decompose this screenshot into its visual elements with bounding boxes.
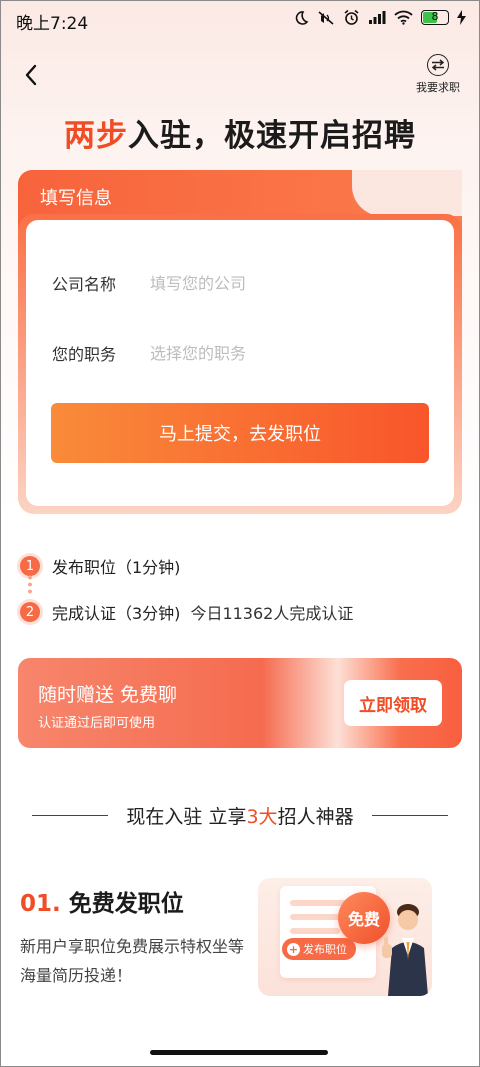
battery-level: 8 bbox=[431, 10, 439, 23]
status-bar: 晚上7:24 8 bbox=[0, 0, 480, 40]
feature-number: 01. bbox=[20, 891, 61, 917]
divider bbox=[371, 815, 448, 816]
step-number: 2 bbox=[20, 602, 40, 622]
step-text: 完成认证（3分钟) bbox=[52, 604, 181, 623]
feature-description: 新用户享职位免费展示特权坐等海量简历投递！ bbox=[20, 937, 245, 985]
promo-subtitle: 认证通过后即可使用 bbox=[38, 716, 156, 731]
position-row: 您的职务 bbox=[52, 338, 410, 368]
step-number: 1 bbox=[20, 556, 40, 576]
status-time: 晚上7:24 bbox=[16, 14, 89, 34]
moon-icon bbox=[295, 10, 309, 25]
step-item: 1 发布职位（1分钟) bbox=[20, 554, 180, 578]
plus-icon: + bbox=[287, 942, 300, 956]
company-name-input[interactable] bbox=[150, 273, 410, 293]
submit-button[interactable]: 马上提交，去发职位 bbox=[51, 403, 429, 463]
promo-title: 随时赠送 免费聊 bbox=[38, 684, 178, 706]
signal-icon bbox=[369, 11, 386, 24]
divider bbox=[32, 815, 109, 816]
company-row: 公司名称 bbox=[52, 268, 410, 298]
page-headline: 两步入驻，极速开启招聘 bbox=[0, 110, 480, 155]
free-chat-promo-banner: 随时赠送 免费聊 认证通过后即可使用 立即领取 bbox=[18, 658, 462, 748]
status-icons: 8 bbox=[293, 9, 466, 26]
feature-name: 免费发职位 bbox=[68, 891, 184, 917]
claim-now-button[interactable]: 立即领取 bbox=[344, 680, 442, 726]
swap-icon bbox=[427, 54, 449, 76]
section-title-accent: 3大 bbox=[246, 806, 278, 828]
feature-title: 01. 免费发职位 bbox=[20, 884, 184, 918]
position-select-input[interactable] bbox=[150, 343, 410, 363]
chip-label: 发布职位 bbox=[303, 943, 347, 956]
mute-icon bbox=[318, 10, 334, 25]
wifi-icon bbox=[394, 10, 413, 25]
step-connector bbox=[28, 574, 32, 596]
free-post-illustration: + 发布职位 免费 bbox=[258, 878, 432, 996]
switch-to-jobseeker-button[interactable]: 我要求职 bbox=[408, 54, 468, 95]
position-label: 您的职务 bbox=[52, 345, 117, 364]
alarm-icon bbox=[344, 9, 359, 25]
switch-label: 我要求职 bbox=[416, 81, 460, 94]
section-title: 现在入驻 立享3大招人神器 bbox=[0, 802, 480, 829]
section-title-suffix: 招人神器 bbox=[277, 806, 354, 828]
registration-form-card: 填写信息 公司名称 您的职务 马上提交，去发职位 bbox=[18, 170, 462, 514]
certification-count: 今日11362人完成认证 bbox=[190, 604, 354, 623]
step-item: 2 完成认证（3分钟) 今日11362人完成认证 bbox=[20, 600, 353, 624]
charging-icon bbox=[457, 10, 466, 25]
businessman-thumbs-up-icon bbox=[382, 904, 428, 996]
section-title-prefix: 现在入驻 立享 bbox=[126, 806, 247, 828]
form-tab-title: 填写信息 bbox=[40, 188, 112, 209]
headline-accent: 两步 bbox=[64, 118, 128, 154]
form-body: 公司名称 您的职务 马上提交，去发职位 bbox=[18, 214, 462, 514]
chevron-left-icon bbox=[25, 64, 37, 86]
headline-rest: 入驻，极速开启招聘 bbox=[128, 118, 416, 154]
company-label: 公司名称 bbox=[52, 275, 117, 294]
back-button[interactable] bbox=[14, 58, 48, 92]
post-job-chip: + 发布职位 bbox=[282, 938, 356, 960]
step-text: 发布职位（1分钟) bbox=[52, 558, 181, 577]
home-indicator[interactable] bbox=[150, 1050, 328, 1055]
form-inner: 公司名称 您的职务 马上提交，去发职位 bbox=[26, 220, 454, 506]
battery-icon: 8 bbox=[421, 10, 449, 25]
